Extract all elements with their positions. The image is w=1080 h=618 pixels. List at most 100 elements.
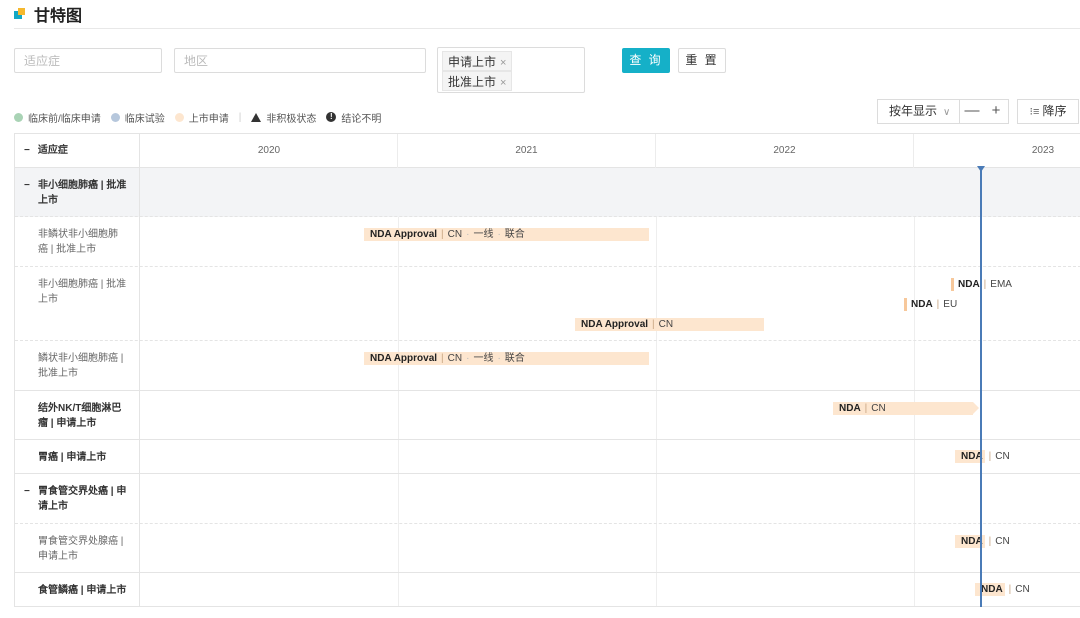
year-header: 2021 — [398, 134, 656, 168]
bar-region: CN — [447, 353, 463, 364]
bar-phase: NDA Approval — [370, 229, 438, 240]
gantt-row[interactable]: 鳞状非小细胞肺癌 | 批准上市 NDA Approval | CN · 一线 · 联合 — [15, 341, 1080, 391]
row-label-text: 结外NK/T细胞淋巴瘤 | 申请上市 — [38, 403, 122, 429]
tag-label: 批准上市 — [448, 75, 497, 89]
view-mode-select[interactable]: 按年显示 ∨ — [877, 99, 959, 124]
row-label: 非小细胞肺癌 | 批准上市 — [15, 267, 140, 341]
legend-item: ! 结论不明 — [326, 110, 381, 125]
collapse-icon[interactable]: − — [24, 178, 30, 193]
row-timeline: NDA Approval | CN · 一线 · 联合 — [141, 217, 1080, 267]
gantt-bar[interactable]: NDA Approval | CN — [575, 318, 764, 331]
gantt-bar[interactable]: NDA Approval | CN · 一线 · 联合 — [364, 228, 649, 241]
indication-column-header[interactable]: − 适应症 — [15, 134, 140, 168]
status-tag: 申请上市 × — [442, 51, 513, 71]
legend-label: 结论不明 — [341, 113, 382, 125]
year-header: 2022 — [656, 134, 914, 168]
page-title: 甘特图 — [34, 8, 83, 25]
bar-region: CN — [658, 319, 674, 330]
row-label: 结外NK/T细胞淋巴瘤 | 申请上市 — [15, 391, 140, 440]
row-label: 食管鳞癌 | 申请上市 — [15, 573, 140, 606]
sort-label: 降序 — [1042, 104, 1067, 118]
bar-region: CN — [1015, 584, 1030, 595]
row-label-text: 鳞状非小细胞肺癌 | 批准上市 — [38, 353, 124, 379]
bar-region: EMA — [990, 279, 1012, 290]
gantt-bar[interactable]: NDA | CN — [975, 583, 1030, 596]
row-label: 胃癌 | 申请上市 — [15, 440, 140, 474]
row-label: − 胃食管交界处癌 | 申请上市 — [15, 474, 140, 524]
zoom-out-button[interactable]: — — [960, 100, 984, 123]
year-header: 2020 — [141, 134, 398, 168]
row-label-text: 胃食管交界处腺癌 | 申请上市 — [38, 536, 124, 562]
header-divider — [14, 28, 1080, 29]
gantt-bar[interactable]: NDA | CN — [833, 402, 979, 415]
column-header-label: 适应症 — [37, 145, 68, 156]
row-label-text: 非小细胞肺癌 | 批准上市 — [38, 180, 127, 206]
exclamation-icon: ! — [326, 112, 337, 122]
sort-button[interactable]: ⁝≡ 降序 — [1017, 99, 1079, 124]
bar-region: CN — [995, 536, 1010, 547]
gantt-row[interactable]: 食管鳞癌 | 申请上市 NDA | CN — [15, 573, 1080, 606]
bar-combo: 联合 — [504, 229, 525, 240]
chevron-down-icon: ∨ — [943, 107, 951, 118]
legend-label: 临床前/临床申请 — [28, 113, 101, 125]
row-timeline: NDA | CN — [141, 524, 1080, 573]
gantt-row[interactable]: 结外NK/T细胞淋巴瘤 | 申请上市 NDA | CN — [15, 391, 1080, 440]
row-timeline: NDA Approval | CN · 一线 · 联合 — [141, 341, 1080, 391]
gantt-bar[interactable]: NDA | CN — [955, 535, 1010, 548]
triangle-icon — [251, 112, 262, 122]
row-label: 胃食管交界处腺癌 | 申请上市 — [15, 524, 140, 573]
gantt-group-row[interactable]: − 胃食管交界处癌 | 申请上市 — [15, 474, 1080, 524]
bar-phase: NDA — [911, 299, 933, 310]
tag-label: 申请上市 — [448, 55, 497, 69]
zoom-controls: — + — [959, 99, 1009, 124]
view-mode-value: 按年显示 — [889, 104, 938, 118]
legend-item: 临床试验 — [110, 110, 165, 125]
bar-region: EU — [943, 299, 958, 310]
bar-combo: 联合 — [504, 353, 525, 364]
bar-phase: NDA — [839, 403, 861, 414]
gantt-row[interactable]: 胃癌 | 申请上市 NDA | CN — [15, 440, 1080, 474]
gantt-group-row[interactable]: − 非小细胞肺癌 | 批准上市 — [15, 168, 1080, 217]
gantt-row[interactable]: 非小细胞肺癌 | 批准上市 NDA | EMA NDA | EU NDA Approva… — [15, 267, 1080, 341]
region-input[interactable] — [174, 48, 426, 73]
status-multiselect[interactable]: 申请上市 ×批准上市 × — [437, 47, 585, 93]
tag-remove-icon[interactable]: × — [500, 57, 506, 69]
collapse-icon[interactable]: − — [24, 484, 30, 499]
gantt-bar[interactable]: NDA Approval | CN · 一线 · 联合 — [364, 352, 649, 365]
bar-region: CN — [447, 229, 463, 240]
year-header: 2023 — [1031, 145, 1055, 156]
legend-label: 上市申请 — [188, 113, 229, 125]
row-timeline: NDA | EMA NDA | EU NDA Approval | CN — [141, 267, 1080, 341]
gantt-row[interactable]: 非鳞状非小细胞肺癌 | 批准上市 NDA Approval | CN · 一线 · 联合 — [15, 217, 1080, 267]
reset-button[interactable]: 重 置 — [678, 48, 726, 73]
orange-dot-icon — [174, 112, 184, 122]
indication-input[interactable] — [14, 48, 162, 73]
tag-remove-icon[interactable]: × — [500, 77, 506, 89]
gantt-row[interactable]: 胃食管交界处腺癌 | 申请上市 NDA | CN — [15, 524, 1080, 573]
bar-region: CN — [995, 451, 1010, 462]
status-tag: 批准上市 × — [442, 71, 513, 91]
gantt-chart: − 适应症 2020 2021 2022 2023 − 非小细胞肺癌 | 批准上市 … — [14, 133, 1080, 607]
row-label-text: 胃食管交界处癌 | 申请上市 — [38, 486, 127, 512]
bar-phase: NDA Approval — [581, 319, 649, 330]
legend-item: 上市申请 — [174, 110, 229, 125]
row-label: 非鳞状非小细胞肺癌 | 批准上市 — [15, 217, 140, 267]
zoom-in-button[interactable]: + — [984, 100, 1008, 123]
gantt-milestone[interactable]: NDA | EU — [904, 298, 957, 311]
green-dot-icon — [14, 112, 23, 122]
bar-phase: NDA — [958, 279, 980, 290]
row-label-text: 胃癌 | 申请上市 — [38, 452, 107, 463]
legend-label: 非积极状态 — [266, 113, 317, 125]
row-label: 鳞状非小细胞肺癌 | 批准上市 — [15, 341, 140, 391]
legend-item: 非积极状态 — [251, 110, 316, 125]
row-label: − 非小细胞肺癌 | 批准上市 — [15, 168, 140, 217]
bar-phase: NDA Approval — [370, 353, 438, 364]
legend: 临床前/临床申请 临床试验 上市申请 | 非积极状态 ! 结论不明 — [14, 110, 391, 125]
bar-line: 一线 — [473, 229, 494, 240]
collapse-all-icon[interactable]: − — [24, 145, 30, 156]
gantt-bar[interactable]: NDA | CN — [955, 450, 1010, 463]
gantt-header: − 适应症 2020 2021 2022 2023 — [15, 134, 1080, 168]
row-timeline: NDA | CN — [141, 440, 1080, 474]
row-label-text: 食管鳞癌 | 申请上市 — [38, 585, 127, 596]
query-button[interactable]: 查 询 — [622, 48, 670, 73]
